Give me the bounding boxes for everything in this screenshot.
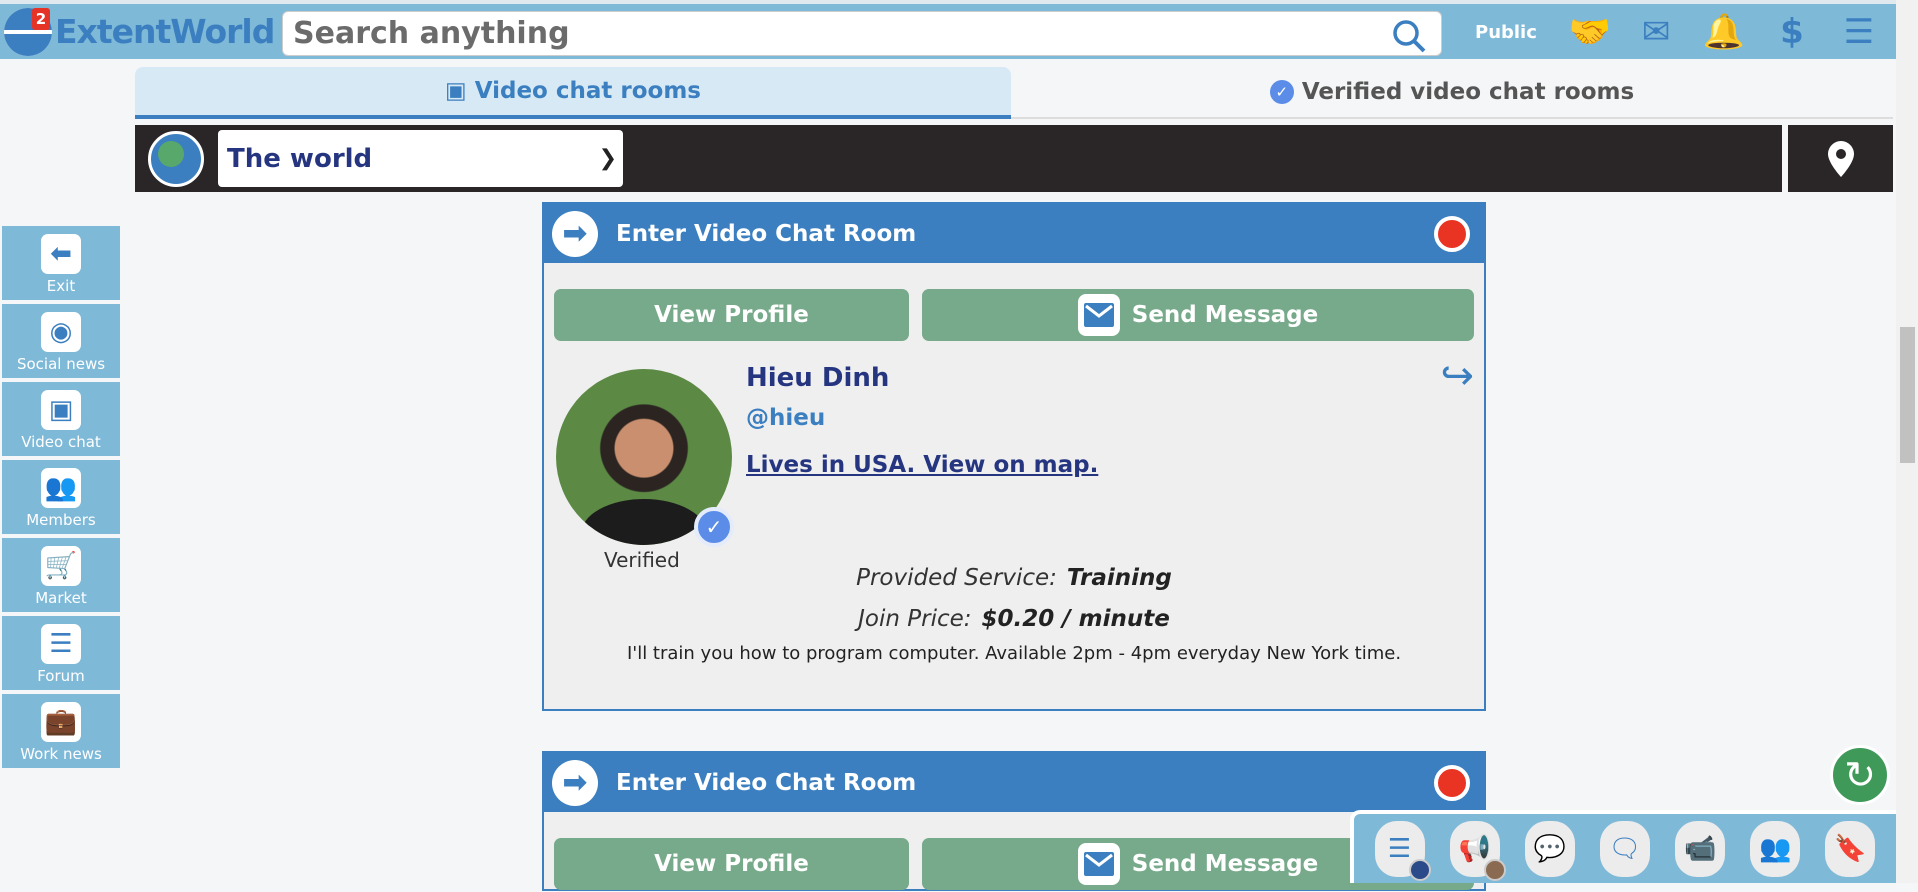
menu-icon[interactable]: ☰ <box>1837 12 1881 52</box>
verified-icon: ✓ <box>1269 80 1294 104</box>
provided-service: Provided Service: Training <box>856 565 1172 591</box>
sidebar-label: Market <box>35 589 87 607</box>
tab-video-chat-rooms[interactable]: ▣ Video chat rooms <box>135 67 1011 119</box>
sidebar-item-work-news[interactable]: 💼 Work news <box>2 694 120 768</box>
view-on-map-link[interactable]: Lives in USA. View on map. <box>746 452 1098 478</box>
group-chat-icon[interactable]: 💬 <box>1524 820 1575 877</box>
arrow-right-icon: ➡ <box>552 210 598 257</box>
record-indicator-icon <box>1434 765 1470 801</box>
forum-icon: ☰ <box>41 624 81 664</box>
video-call-icon[interactable]: 📹 <box>1675 820 1726 877</box>
video-chat-icon: ▣ <box>444 78 467 104</box>
refresh-button[interactable]: ↻ <box>1830 745 1890 805</box>
notification-badge: 2 <box>32 8 50 30</box>
sidebar-label: Members <box>26 511 96 529</box>
video-chat-icon: ▣ <box>41 390 81 430</box>
send-message-label: Send Message <box>1131 302 1319 328</box>
price-value: $0.20 / minute <box>981 606 1170 632</box>
sidebar-item-forum[interactable]: ☰ Forum <box>2 616 120 690</box>
location-label: The world <box>227 143 373 174</box>
search-box <box>282 11 1442 56</box>
card-title: Enter Video Chat Room <box>616 769 917 796</box>
map-pin-icon <box>1827 140 1854 177</box>
mail-icon <box>1077 294 1120 336</box>
menu-world-icon[interactable]: ☰ <box>1374 820 1431 881</box>
sidebar-item-exit[interactable]: ⬅ Exit <box>2 226 120 300</box>
tab-verified-video-chat-rooms[interactable]: ✓ Verified video chat rooms <box>1011 67 1893 119</box>
share-icon[interactable]: ↪ <box>1440 353 1474 399</box>
join-price: Join Price: $0.20 / minute <box>858 606 1170 632</box>
handshake-icon[interactable]: 🤝 <box>1568 12 1612 52</box>
bookmark-icon[interactable]: 🔖 <box>1825 820 1876 877</box>
tab-label: Verified video chat rooms <box>1301 79 1635 105</box>
mail-icon <box>1077 843 1120 885</box>
arrow-right-icon: ➡ <box>552 759 598 806</box>
enter-room-button[interactable]: ➡ Enter Video Chat Room <box>544 204 1484 263</box>
view-profile-button[interactable]: View Profile <box>554 289 909 341</box>
arrow-left-icon: ⬅ <box>41 234 81 274</box>
sidebar-label: Video chat <box>21 433 101 451</box>
search-input[interactable] <box>283 12 1373 55</box>
chat-icon[interactable]: 🗨 <box>1599 820 1650 877</box>
sidebar-label: Social news <box>16 355 106 373</box>
card-title: Enter Video Chat Room <box>616 220 917 247</box>
rss-icon: ◉ <box>41 312 81 352</box>
chevron-right-icon: ❯ <box>598 146 617 171</box>
brand-name[interactable]: ExtentWorld <box>55 12 275 51</box>
user-name[interactable]: Hieu Dinh <box>746 363 889 393</box>
announcement-icon[interactable]: 📢 <box>1449 820 1506 881</box>
search-icon[interactable] <box>1391 18 1427 54</box>
map-pin-button[interactable] <box>1788 125 1893 192</box>
briefcase-icon: 💼 <box>41 702 81 742</box>
enter-room-button[interactable]: ➡ Enter Video Chat Room <box>544 753 1484 812</box>
scrollbar-thumb[interactable] <box>1900 327 1915 463</box>
room-description: I'll train you how to program computer. … <box>626 643 1402 664</box>
sidebar-item-members[interactable]: 👥 Members <box>2 460 120 534</box>
send-message-button[interactable]: Send Message <box>922 289 1474 341</box>
chat-room-card: ➡ Enter Video Chat Room View Profile Send… <box>542 202 1486 711</box>
members-icon: 👥 <box>41 468 81 508</box>
record-indicator-icon <box>1434 216 1470 252</box>
dollar-icon[interactable]: $ <box>1770 12 1814 52</box>
sidebar-item-social-news[interactable]: ◉ Social news <box>2 304 120 378</box>
user-handle[interactable]: @hieu <box>746 405 825 431</box>
globe-icon <box>148 131 204 187</box>
sidebar-label: Exit <box>46 277 76 295</box>
service-value: Training <box>1066 565 1172 591</box>
refresh-icon: ↻ <box>1844 753 1876 797</box>
groups-icon[interactable]: 👥 <box>1750 820 1801 877</box>
visibility-toggle[interactable]: Public <box>1475 22 1537 43</box>
verified-check-icon: ✓ <box>694 507 734 547</box>
cart-icon: 🛒 <box>41 546 81 586</box>
view-profile-button[interactable]: View Profile <box>554 838 909 890</box>
tab-label: Video chat rooms <box>474 78 702 104</box>
sidebar-label: Work news <box>20 745 102 763</box>
sidebar-item-market[interactable]: 🛒 Market <box>2 538 120 612</box>
bottom-dock: ☰ 📢 💬 🗨 📹 👥 🔖 <box>1350 810 1896 883</box>
bell-icon[interactable]: 🔔 <box>1702 12 1746 52</box>
mail-icon[interactable]: ✉ <box>1634 12 1678 52</box>
location-selector[interactable]: The world ❯ <box>218 130 623 187</box>
chat-room-card: ➡ Enter Video Chat Room View Profile Send… <box>542 751 1486 891</box>
sidebar-label: Forum <box>37 667 85 685</box>
sidebar-item-video-chat[interactable]: ▣ Video chat <box>2 382 120 456</box>
send-message-label: Send Message <box>1131 851 1319 877</box>
